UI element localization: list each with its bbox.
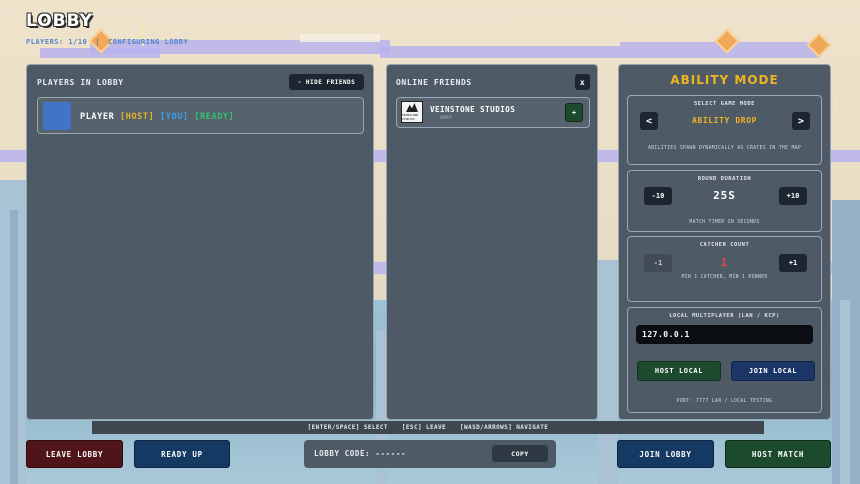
avatar: [43, 102, 71, 130]
leave-lobby-button[interactable]: LEAVE LOBBY: [26, 440, 123, 468]
hint-leave: [ESC] LEAVE: [401, 424, 447, 431]
join-lobby-button[interactable]: JOIN LOBBY: [617, 440, 714, 468]
status-text: CONFIGURING LOBBY: [108, 38, 189, 46]
game-mode-label: SELECT GAME MODE: [694, 101, 755, 107]
hint-select: [ENTER/SPACE] SELECT: [307, 424, 388, 431]
studio-logo-icon: VEINSTONE STUDIOS: [401, 101, 423, 123]
players-panel: PLAYERS IN LOBBY - HIDE FRIENDS PLAYER […: [26, 64, 374, 420]
local-multiplayer-label: LOCAL MULTIPLAYER (LAN / KCP): [669, 313, 780, 319]
player-tags: PLAYER [HOST] [YOU] [READY]: [80, 112, 234, 122]
players-panel-title: PLAYERS IN LOBBY: [37, 78, 124, 87]
header-separator: |: [95, 38, 101, 46]
game-mode-description: ABILITIES SPAWN DYNAMICALLY AS CRATES IN…: [647, 146, 802, 151]
lobby-code-box: LOBBY CODE: ------ COPY: [304, 440, 556, 468]
host-local-button[interactable]: HOST LOCAL: [637, 361, 721, 381]
catcher-count-label: CATCHER COUNT: [699, 242, 750, 248]
player-count: PLAYERS: 1/10: [26, 38, 88, 46]
next-mode-button[interactable]: >: [792, 112, 810, 130]
round-duration-section: ROUND DURATION -10 25S +10 MATCH TIMER I…: [627, 170, 822, 232]
join-local-button[interactable]: JOIN LOCAL: [731, 361, 815, 381]
invite-friend-button[interactable]: +: [565, 103, 583, 122]
game-mode-section: SELECT GAME MODE < ABILITY DROP > ABILIT…: [627, 95, 822, 165]
friends-panel: ONLINE FRIENDS x VEINSTONE STUDIOS VEINS…: [386, 64, 598, 420]
friend-status: AWAY: [440, 115, 453, 121]
you-tag: [YOU]: [160, 112, 189, 122]
friend-name: VEINSTONE STUDIOS: [430, 105, 516, 114]
local-multiplayer-section: LOCAL MULTIPLAYER (LAN / KCP) 127.0.0.1 …: [627, 307, 822, 413]
friends-panel-title: ONLINE FRIENDS: [396, 78, 472, 87]
page-title: LOBBY: [26, 11, 93, 31]
ready-up-button[interactable]: READY UP: [134, 440, 230, 468]
friend-row[interactable]: VEINSTONE STUDIOS VEINSTONE STUDIOS AWAY…: [396, 97, 590, 128]
settings-panel: ABILITY MODE SELECT GAME MODE < ABILITY …: [618, 64, 831, 420]
host-tag: [HOST]: [120, 112, 155, 122]
catcher-count-note: MIN 1 CATCHER, MIN 1 RUNNER: [681, 275, 768, 280]
ready-tag: [READY]: [194, 112, 235, 122]
round-duration-label: ROUND DURATION: [697, 176, 752, 182]
copy-code-button[interactable]: COPY: [492, 445, 548, 462]
catcher-count-increase-button[interactable]: +1: [779, 254, 807, 272]
ip-address-input[interactable]: 127.0.0.1: [636, 325, 813, 344]
player-name: PLAYER: [80, 112, 115, 122]
catcher-count-section: CATCHER COUNT -1 1 +1 MIN 1 CATCHER, MIN…: [627, 236, 822, 302]
lobby-status: PLAYERS: 1/10 | CONFIGURING LOBBY: [26, 38, 188, 46]
local-multiplayer-note: PORT: 7777 LAN / LOCAL TESTING: [676, 399, 773, 404]
key-hints-bar: [ENTER/SPACE] SELECT [ESC] LEAVE [WASD/A…: [92, 421, 764, 434]
hide-friends-button[interactable]: - HIDE FRIENDS: [289, 74, 364, 90]
hint-navigate: [WASD/ARROWS] NAVIGATE: [460, 424, 549, 431]
lobby-code-label: LOBBY CODE: ------: [314, 449, 407, 458]
player-row[interactable]: PLAYER [HOST] [YOU] [READY]: [37, 97, 364, 134]
host-match-button[interactable]: HOST MATCH: [725, 440, 831, 468]
studio-logo-text: VEINSTONE STUDIOS: [402, 113, 419, 121]
round-duration-note: MATCH TIMER IN SECONDS: [689, 220, 760, 225]
settings-title: ABILITY MODE: [670, 73, 779, 87]
close-friends-button[interactable]: x: [575, 74, 590, 90]
round-duration-increase-button[interactable]: +10: [779, 187, 807, 205]
